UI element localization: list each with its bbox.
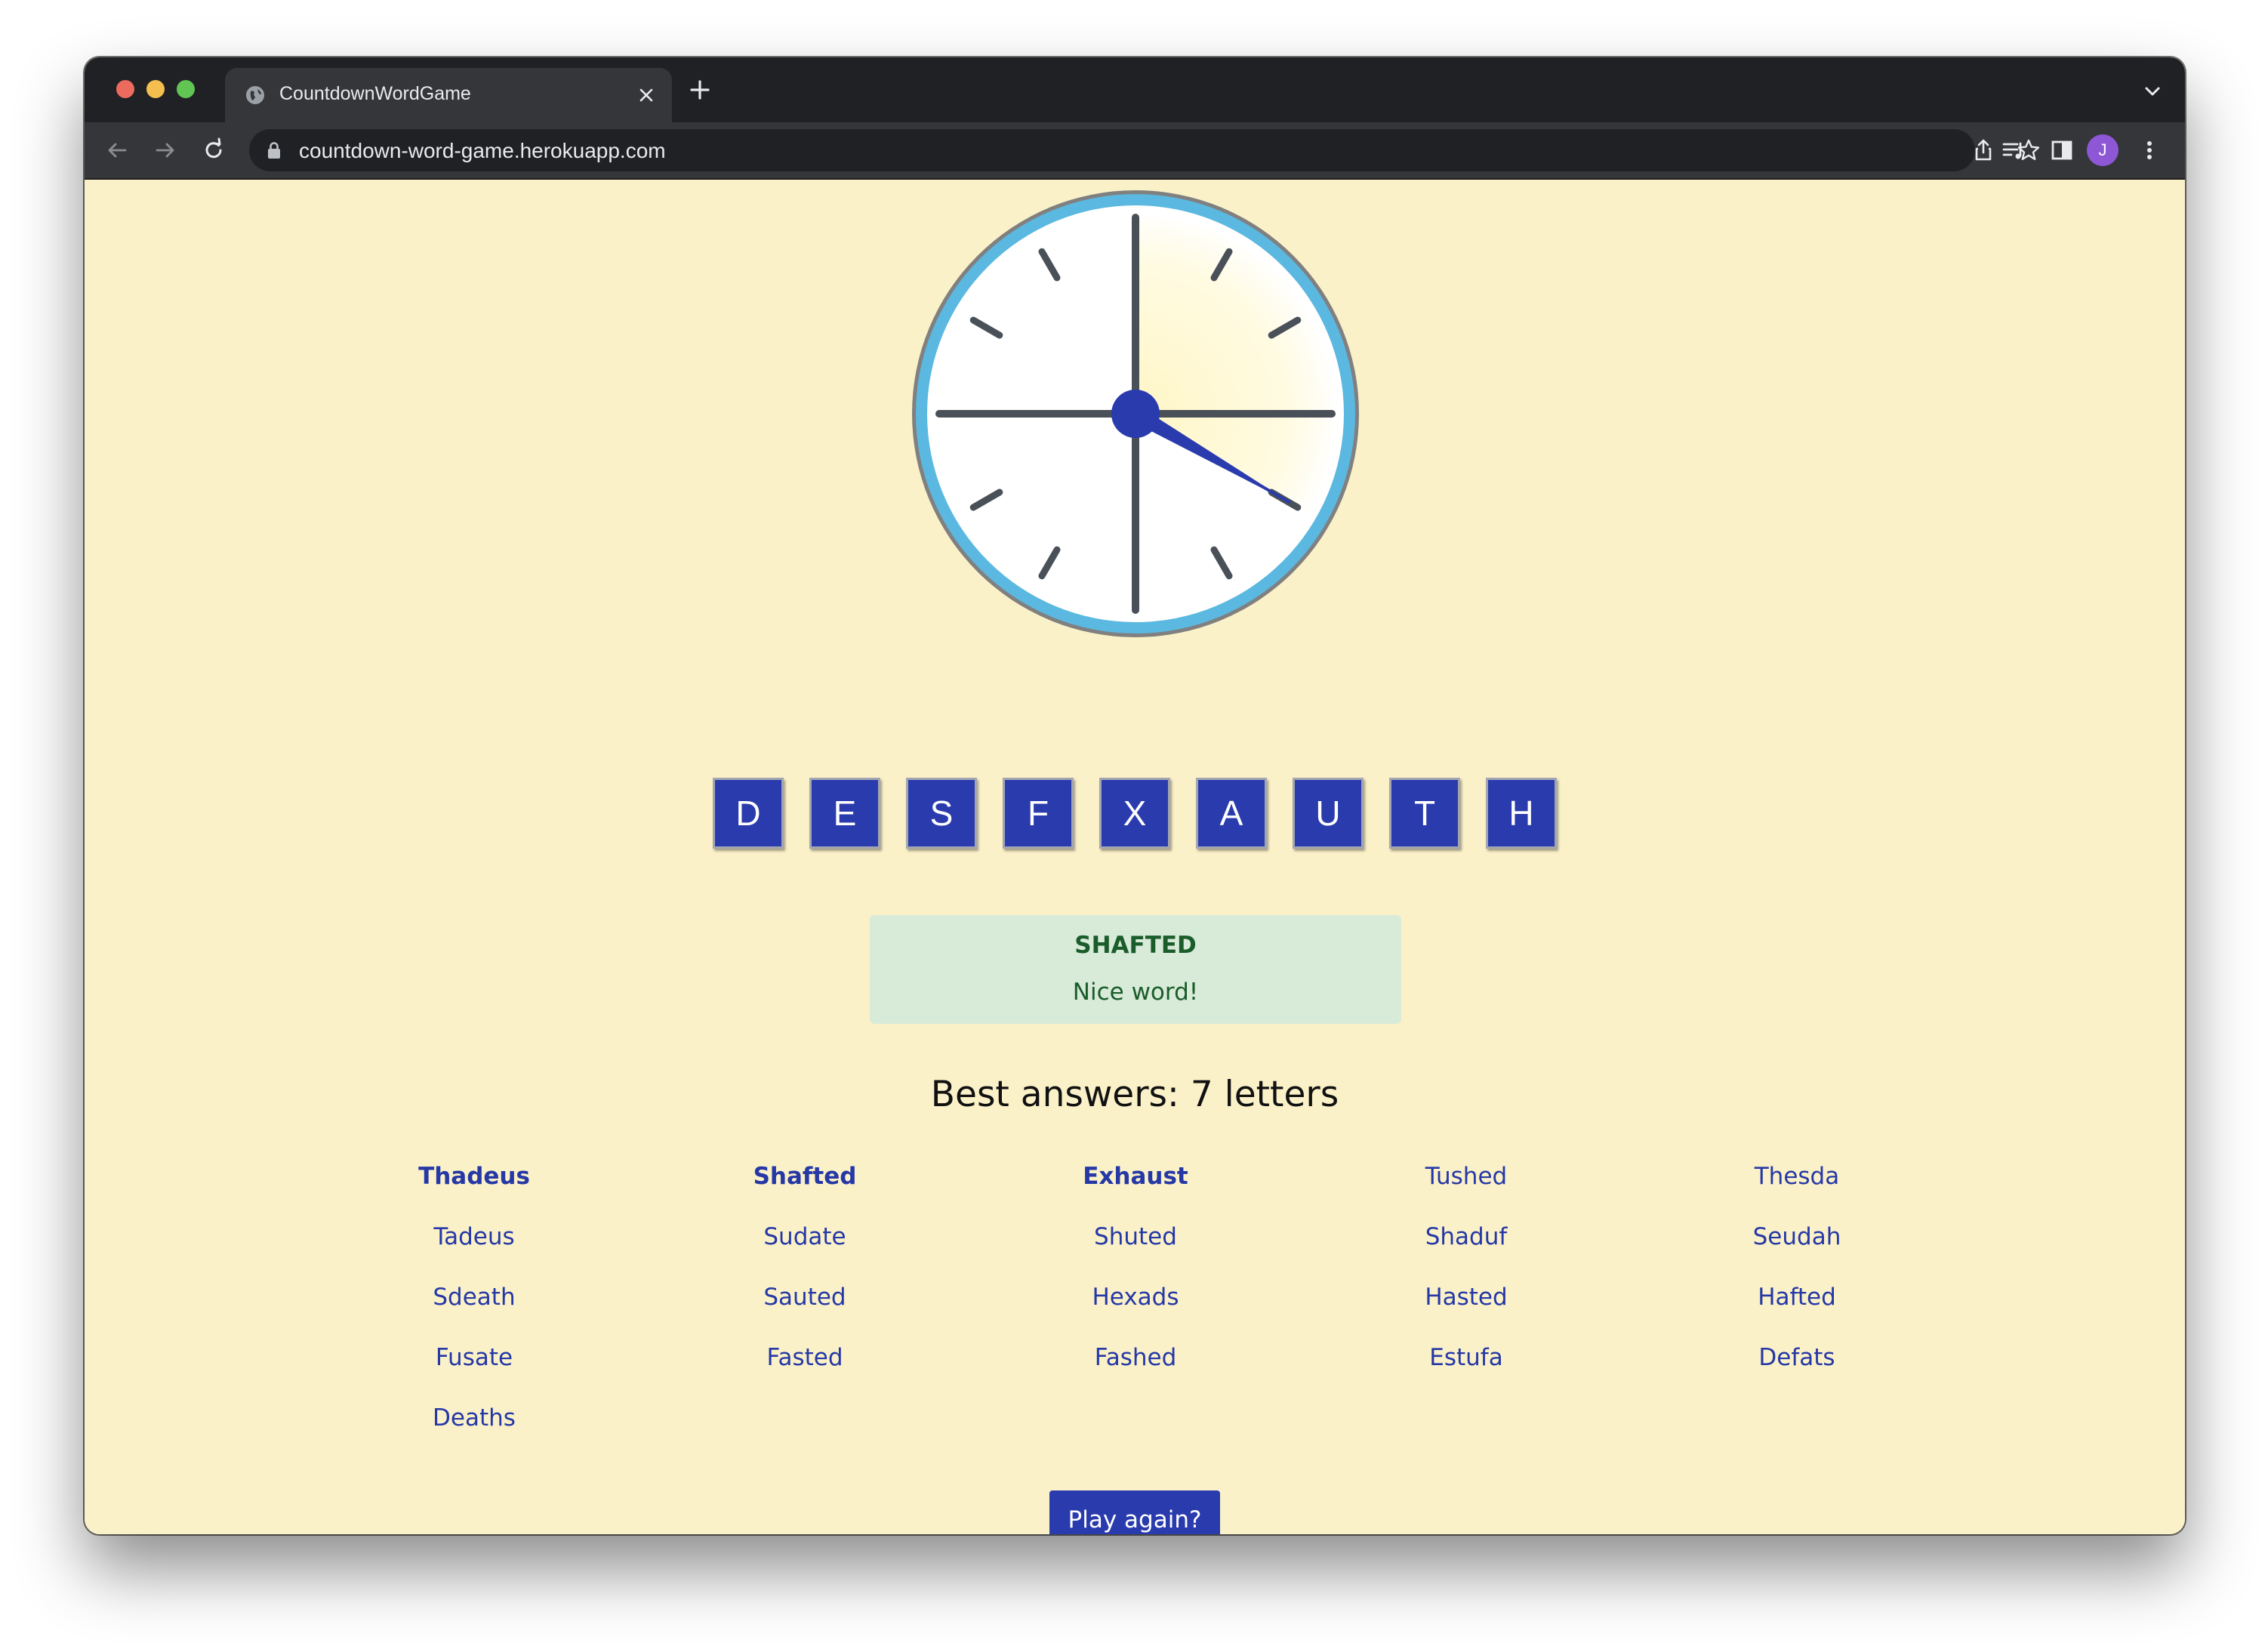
answer-word-link[interactable]: Thesda <box>1684 1163 1910 1190</box>
close-tab-icon[interactable] <box>634 83 658 107</box>
maximize-window-button[interactable] <box>177 80 195 98</box>
best-answers-list: Thadeus Tadeus Sdeath Fusate Deaths Shafted Su… <box>85 180 2185 1534</box>
answer-word-link[interactable]: Hasted <box>1353 1284 1579 1311</box>
answer-word-link[interactable]: Tushed <box>1353 1163 1579 1190</box>
answer-word-link[interactable]: Shafted <box>692 1163 918 1190</box>
globe-icon <box>246 86 264 104</box>
tab-search-chevron-icon[interactable] <box>2143 82 2162 101</box>
answer-word-link[interactable]: Sdeath <box>361 1284 587 1311</box>
answer-word-link[interactable]: Sauted <box>692 1284 918 1311</box>
answer-word-link[interactable]: Fashed <box>1022 1344 1249 1371</box>
answer-word-link[interactable]: Hafted <box>1684 1284 1910 1311</box>
browser-toolbar: countdown-word-game.herokuapp.com J <box>85 122 2185 180</box>
share-icon[interactable] <box>1971 137 1996 163</box>
close-window-button[interactable] <box>116 80 134 98</box>
answer-word-link[interactable]: Tadeus <box>361 1223 587 1250</box>
page-content: DESFXAUTH SHAFTED Nice word! Best answer… <box>85 180 2185 1534</box>
answer-word-link[interactable]: Fasted <box>692 1344 918 1371</box>
answer-word-link[interactable]: Exhaust <box>1022 1163 1249 1190</box>
answer-word-link[interactable]: Estufa <box>1353 1344 1579 1371</box>
side-panel-icon[interactable] <box>2049 137 2075 163</box>
back-arrow-icon[interactable] <box>104 137 130 163</box>
answer-word-link[interactable]: Shaduf <box>1353 1223 1579 1250</box>
address-bar[interactable]: countdown-word-game.herokuapp.com <box>249 129 2040 171</box>
reading-list-icon[interactable] <box>2001 137 2026 163</box>
browser-tab[interactable]: CountdownWordGame <box>225 68 672 122</box>
tab-bar: CountdownWordGame <box>85 57 2185 122</box>
answer-word-link[interactable]: Defats <box>1684 1344 1910 1371</box>
tab-title: CountdownWordGame <box>279 83 471 104</box>
lock-icon[interactable] <box>266 140 282 160</box>
new-tab-icon[interactable] <box>689 79 711 101</box>
reload-icon[interactable] <box>201 137 226 163</box>
answer-word-link[interactable]: Thadeus <box>361 1163 587 1190</box>
answer-word-link[interactable]: Fusate <box>361 1344 587 1371</box>
minimize-window-button[interactable] <box>146 80 165 98</box>
answer-word-link[interactable]: Shuted <box>1022 1223 1249 1250</box>
forward-arrow-icon[interactable] <box>153 137 178 163</box>
answer-word-link[interactable]: Sudate <box>692 1223 918 1250</box>
answer-word-link[interactable]: Seudah <box>1684 1223 1910 1250</box>
answer-word-link[interactable]: Deaths <box>361 1404 587 1432</box>
play-again-button[interactable]: Play again? <box>1049 1490 1220 1534</box>
url-text: countdown-word-game.herokuapp.com <box>299 139 666 162</box>
more-menu-icon[interactable] <box>2137 137 2162 163</box>
browser-window: CountdownWordGame countdown-word-game.he… <box>85 57 2185 1534</box>
answer-word-link[interactable]: Hexads <box>1022 1284 1249 1311</box>
profile-avatar[interactable]: J <box>2087 134 2119 166</box>
